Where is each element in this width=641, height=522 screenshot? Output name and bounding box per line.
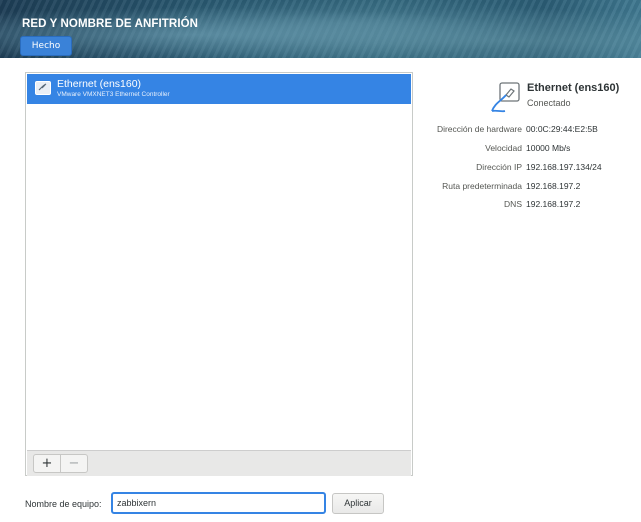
dns-label: DNS [504,199,522,209]
device-description: VMware VMXNET3 Ethernet Controller [57,91,170,98]
hardware-address-label: Dirección de hardware [436,124,522,134]
default-route-value: 192.168.197.2 [526,181,581,191]
ip-address-label: Dirección IP [476,162,522,172]
ip-address-value: 192.168.197.134/24 [526,162,602,172]
hostname-input[interactable] [111,492,326,514]
page-title: RED Y NOMBRE DE ANFITRIÓN [22,18,199,30]
device-name: Ethernet (ens160) [57,78,142,90]
add-device-button[interactable]: + [33,454,61,473]
remove-device-button[interactable]: − [60,454,88,473]
dns-value: 192.168.197.2 [526,199,581,209]
network-wired-icon [489,81,521,119]
list-toolbar: + − [27,450,411,476]
header-banner: RED Y NOMBRE DE ANFITRIÓN Hecho [0,0,641,58]
speed-label: Velocidad [485,143,522,153]
ethernet-icon [35,81,51,95]
device-row-ens160[interactable]: Ethernet (ens160) VMware VMXNET3 Etherne… [27,74,411,104]
connection-status: Conectado [527,98,571,108]
hardware-address-value: 00:0C:29:44:E2:5B [526,124,598,134]
speed-value: 10000 Mb/s [526,143,571,153]
detail-title: Ethernet (ens160) [527,82,620,94]
done-button[interactable]: Hecho [20,36,72,56]
apply-button[interactable]: Aplicar [332,493,384,514]
default-route-label: Ruta predeterminada [442,181,522,191]
hostname-label: Nombre de equipo: [25,499,102,509]
